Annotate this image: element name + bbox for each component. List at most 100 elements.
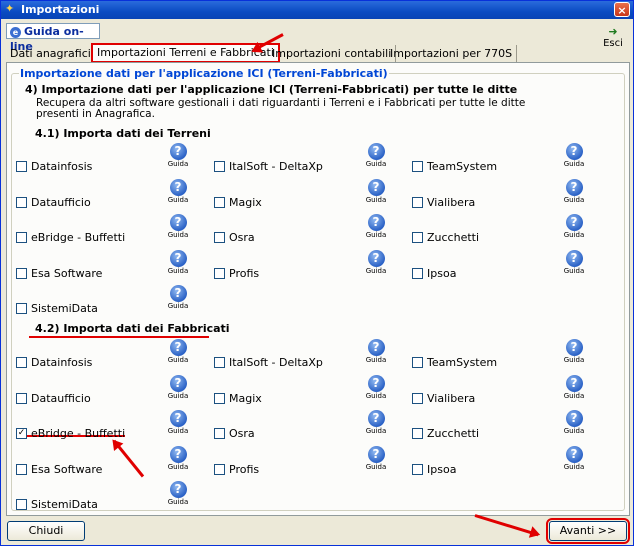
fabbricati-option[interactable]: Ipsoa xyxy=(412,463,456,477)
checkbox[interactable] xyxy=(214,463,225,475)
checkbox[interactable] xyxy=(214,231,225,243)
help-icon: ? xyxy=(565,250,583,267)
guida-button[interactable]: ? Guida xyxy=(365,250,387,278)
fabbricati-option[interactable]: Vialibera xyxy=(412,392,475,406)
guida-button[interactable]: ? Guida xyxy=(563,410,585,438)
fabbricati-option[interactable]: TeamSystem xyxy=(412,356,497,370)
guida-button[interactable]: ? Guida xyxy=(167,143,189,171)
esci-button[interactable]: ➜ Esci xyxy=(598,26,628,52)
terreni-option[interactable]: SistemiData xyxy=(16,302,98,316)
checkbox[interactable] xyxy=(16,463,27,475)
guida-button[interactable]: ? Guida xyxy=(563,250,585,278)
guida-button[interactable]: ? Guida xyxy=(365,339,387,367)
option-label: Dataufficio xyxy=(31,196,91,209)
guida-button[interactable]: ? Guida xyxy=(563,143,585,171)
checkbox[interactable] xyxy=(412,160,423,172)
checkbox[interactable] xyxy=(412,392,423,404)
terreni-option[interactable]: Vialibera xyxy=(412,196,475,210)
guida-button[interactable]: ? Guida xyxy=(167,375,189,403)
terreni-option[interactable]: TeamSystem xyxy=(412,160,497,174)
guida-button[interactable]: ? Guida xyxy=(365,179,387,207)
checkbox[interactable]: ✓ xyxy=(16,427,27,439)
tab-dati-anagrafici[interactable]: Dati anagrafici xyxy=(6,45,96,62)
tab-importazioni-770s[interactable]: Importazioni per 770S xyxy=(386,45,518,62)
guida-button[interactable]: ? Guida xyxy=(167,179,189,207)
terreni-option[interactable]: Magix xyxy=(214,196,262,210)
help-icon: ? xyxy=(169,375,187,392)
guida-button[interactable]: ? Guida xyxy=(563,339,585,367)
guida-label: Guida xyxy=(167,160,189,168)
guida-button[interactable]: ? Guida xyxy=(167,285,189,313)
option-label: Osra xyxy=(229,427,255,440)
guida-button[interactable]: ? Guida xyxy=(167,410,189,438)
terreni-option[interactable]: Dataufficio xyxy=(16,196,91,210)
checkbox[interactable] xyxy=(214,392,225,404)
guida-label: Guida xyxy=(365,356,387,364)
terreni-option[interactable]: Profis xyxy=(214,267,259,281)
guida-online-button[interactable]: e Guida on-line xyxy=(6,23,100,53)
checkbox[interactable] xyxy=(214,196,225,208)
guida-button[interactable]: ? Guida xyxy=(167,250,189,278)
fabbricati-option[interactable]: Zucchetti xyxy=(412,427,479,441)
guida-button[interactable]: ? Guida xyxy=(365,446,387,474)
chiudi-button[interactable]: Chiudi xyxy=(7,521,85,541)
checkbox[interactable] xyxy=(16,302,27,314)
checkbox[interactable] xyxy=(214,427,225,439)
guida-button[interactable]: ? Guida xyxy=(563,446,585,474)
fabbricati-option[interactable]: Magix xyxy=(214,392,262,406)
guida-button[interactable]: ? Guida xyxy=(167,339,189,367)
guida-label: Guida xyxy=(563,160,585,168)
guida-button[interactable]: ? Guida xyxy=(563,214,585,242)
guida-button[interactable]: ? Guida xyxy=(563,179,585,207)
guida-button[interactable]: ? Guida xyxy=(167,481,189,509)
guida-button[interactable]: ? Guida xyxy=(365,143,387,171)
guida-button[interactable]: ? Guida xyxy=(167,446,189,474)
terreni-option[interactable]: Osra xyxy=(214,231,255,245)
terreni-option[interactable]: ItalSoft - DeltaXp xyxy=(214,160,323,174)
help-icon: ? xyxy=(367,143,385,160)
checkbox[interactable] xyxy=(16,160,27,172)
guida-label: Guida xyxy=(167,463,189,471)
checkbox[interactable] xyxy=(214,356,225,368)
guida-button[interactable]: ? Guida xyxy=(365,410,387,438)
checkbox[interactable] xyxy=(16,231,27,243)
option-label: Magix xyxy=(229,196,262,209)
guida-button[interactable]: ? Guida xyxy=(563,375,585,403)
checkbox[interactable] xyxy=(412,231,423,243)
fabbricati-option[interactable]: Esa Software xyxy=(16,463,102,477)
terreni-option[interactable]: Datainfosis xyxy=(16,160,92,174)
guida-button[interactable]: ? Guida xyxy=(365,214,387,242)
fabbricati-option[interactable]: Profis xyxy=(214,463,259,477)
checkbox[interactable] xyxy=(214,160,225,172)
tab-importazioni-contabili[interactable]: Importazioni contabili xyxy=(268,45,397,62)
terreni-option[interactable]: eBridge - Buffetti xyxy=(16,231,125,245)
terreni-option[interactable]: Esa Software xyxy=(16,267,102,281)
checkbox[interactable] xyxy=(16,267,27,279)
option-label: Ipsoa xyxy=(427,463,457,476)
option-label: ItalSoft - DeltaXp xyxy=(229,160,323,173)
help-icon: ? xyxy=(367,339,385,356)
fabbricati-option[interactable]: ✓ eBridge - Buffetti xyxy=(16,427,125,441)
checkbox[interactable] xyxy=(16,498,27,510)
fabbricati-option[interactable]: Dataufficio xyxy=(16,392,91,406)
fabbricati-option[interactable]: ItalSoft - DeltaXp xyxy=(214,356,323,370)
checkbox[interactable] xyxy=(412,463,423,475)
fabbricati-option[interactable]: Datainfosis xyxy=(16,356,92,370)
avanti-button[interactable]: Avanti >> xyxy=(546,518,630,544)
checkbox[interactable] xyxy=(412,196,423,208)
guida-button[interactable]: ? Guida xyxy=(365,375,387,403)
checkbox[interactable] xyxy=(16,196,27,208)
fabbricati-option[interactable]: Osra xyxy=(214,427,255,441)
close-button[interactable]: × xyxy=(614,2,630,17)
fabbricati-option[interactable]: SistemiData xyxy=(16,498,98,512)
terreni-option[interactable]: Ipsoa xyxy=(412,267,456,281)
guida-button[interactable]: ? Guida xyxy=(167,214,189,242)
guida-label: Guida xyxy=(167,356,189,364)
terreni-option[interactable]: Zucchetti xyxy=(412,231,479,245)
checkbox[interactable] xyxy=(16,356,27,368)
checkbox[interactable] xyxy=(214,267,225,279)
checkbox[interactable] xyxy=(412,356,423,368)
checkbox[interactable] xyxy=(412,267,423,279)
checkbox[interactable] xyxy=(412,427,423,439)
checkbox[interactable] xyxy=(16,392,27,404)
